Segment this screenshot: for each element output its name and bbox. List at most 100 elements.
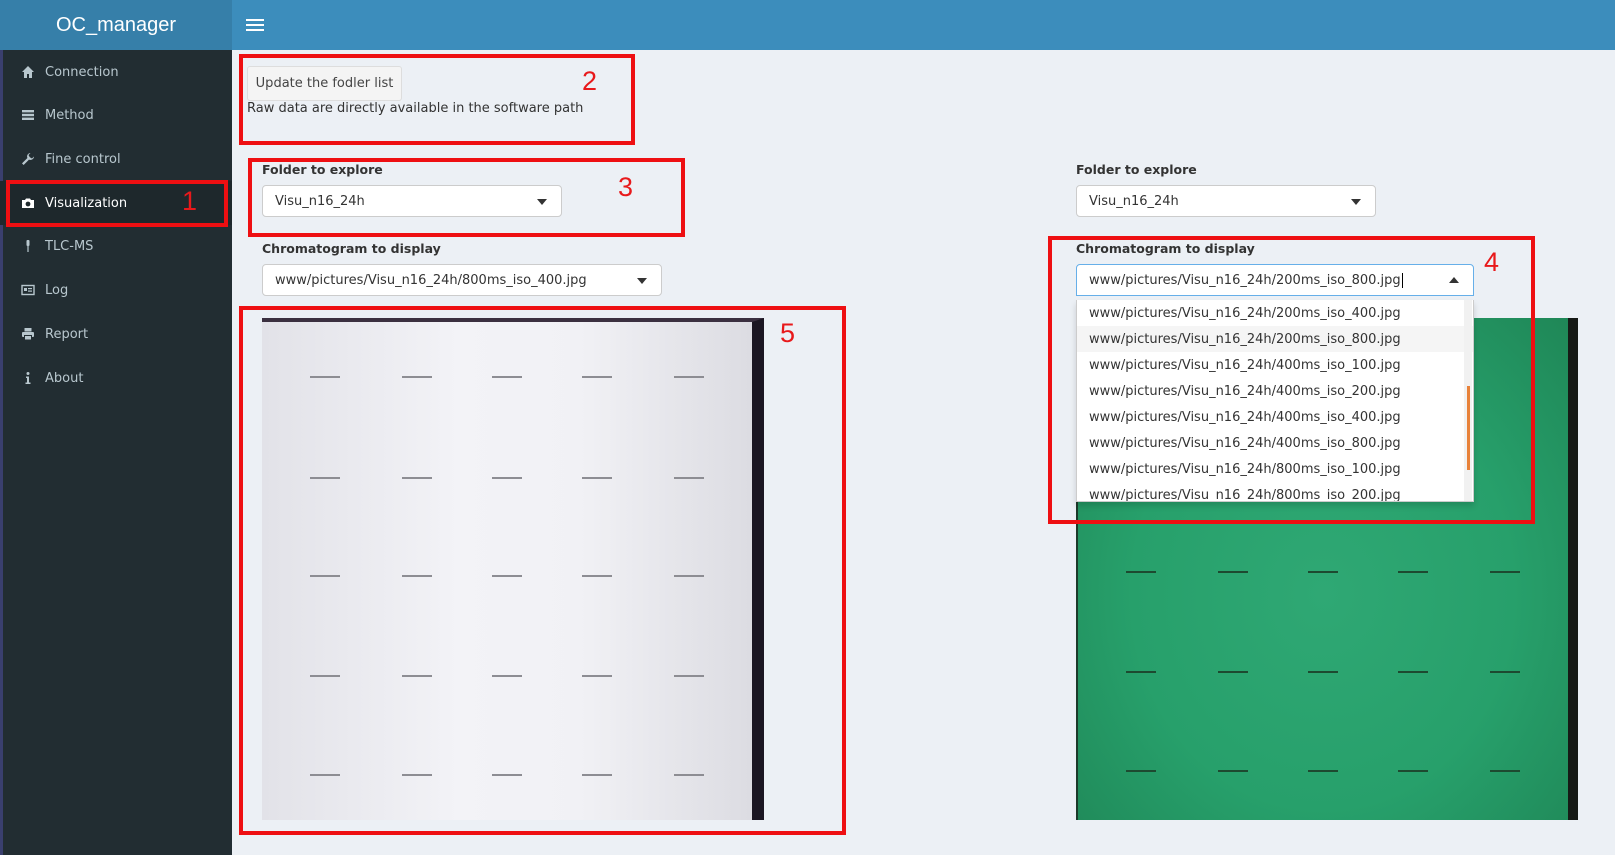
sidebar-item-about[interactable]: About [0,356,232,400]
scrollbar-thumb[interactable] [1467,386,1470,470]
sidebar-item-report[interactable]: Report [0,312,232,356]
annotation-label-1: 1 [182,186,198,216]
annotation-label-2: 2 [582,66,598,96]
plate-band-mark [492,575,522,577]
right-folder-select[interactable]: Visu_n16_24h [1076,185,1376,217]
wrench-icon [20,152,36,166]
sidebar-item-fine-control[interactable]: Fine control [0,137,232,181]
chevron-down-icon [637,278,647,284]
plate-band-mark [1490,571,1520,573]
annotation-label-3: 3 [618,172,634,202]
left-chromatogram-select[interactable]: www/pictures/Visu_n16_24h/800ms_iso_400.… [262,264,662,296]
sidebar-item-label: About [45,370,84,386]
dropdown-option[interactable]: www/pictures/Visu_n16_24h/400ms_iso_800.… [1077,430,1473,456]
dropdown-option[interactable]: www/pictures/Visu_n16_24h/400ms_iso_400.… [1077,404,1473,430]
plate-band-mark [1490,671,1520,673]
chevron-down-icon [537,199,547,205]
plate-band-mark [1490,770,1520,772]
right-chromatogram-value: www/pictures/Visu_n16_24h/200ms_iso_800.… [1089,272,1401,288]
dropdown-scrollbar[interactable] [1464,300,1472,501]
sidebar-item-label: Report [45,326,89,342]
sidebar-item-label: Method [45,107,94,123]
annotation-label-5: 5 [780,318,796,348]
raw-data-note: Raw data are directly available in the s… [247,101,584,116]
plate-band-mark [492,477,522,479]
plate-band-mark [310,376,340,378]
plate-band-mark [1308,671,1338,673]
annotation-label-4: 4 [1484,247,1500,277]
pin-icon [20,239,36,253]
plate-band-mark [674,477,704,479]
text-cursor [1401,272,1403,288]
left-chromatogram-value: www/pictures/Visu_n16_24h/800ms_iso_400.… [275,272,587,288]
plate-band-mark [1308,770,1338,772]
plate-band-mark [310,477,340,479]
print-icon [20,327,36,341]
list-icon [20,108,36,122]
update-folder-list-button[interactable]: Update the fodler list [247,66,402,101]
right-chromatogram-select[interactable]: www/pictures/Visu_n16_24h/200ms_iso_800.… [1076,264,1474,296]
plate-band-mark [402,774,432,776]
sidebar-item-tlc-ms[interactable]: TLC-MS [0,224,232,268]
plate-band-mark [310,575,340,577]
plate-band-mark [582,376,612,378]
top-navbar [232,0,1615,50]
plate-band-mark [1398,770,1428,772]
plate-band-mark [1126,770,1156,772]
plate-band-mark [402,575,432,577]
plate-band-mark [674,774,704,776]
left-folder-value: Visu_n16_24h [275,193,365,209]
right-chromatogram-label: Chromatogram to display [1076,241,1255,256]
log-icon [20,283,36,297]
sidebar: Connection Method Fine control Visualiza… [0,50,232,855]
plate-band-mark [674,575,704,577]
plate-band-mark [492,774,522,776]
plate-band-mark [1218,571,1248,573]
sidebar-item-log[interactable]: Log [0,268,232,312]
dropdown-option[interactable]: www/pictures/Visu_n16_24h/200ms_iso_400.… [1077,300,1473,326]
dropdown-option[interactable]: www/pictures/Visu_n16_24h/800ms_iso_100.… [1077,456,1473,482]
plate-band-mark [582,477,612,479]
chevron-down-icon [1351,199,1361,205]
home-icon [20,65,36,79]
sidebar-item-method[interactable]: Method [0,93,232,137]
plate-band-mark [402,675,432,677]
sidebar-item-label: Log [45,282,69,298]
plate-band-mark [582,774,612,776]
left-chromatogram-image [262,318,764,820]
dropdown-option[interactable]: www/pictures/Visu_n16_24h/800ms_iso_200.… [1077,482,1473,502]
sidebar-item-connection[interactable]: Connection [0,50,232,94]
chevron-up-icon [1449,277,1459,283]
right-folder-label: Folder to explore [1076,162,1197,177]
sidebar-item-visualization[interactable]: Visualization [0,181,232,225]
info-icon [20,371,36,385]
plate-band-mark [1218,770,1248,772]
plate-band-mark [1126,671,1156,673]
plate-band-mark [1398,671,1428,673]
app-title: OC_manager [55,13,177,36]
sidebar-item-label: Visualization [45,195,128,211]
sidebar-item-label: Connection [45,64,119,80]
plate-band-mark [582,675,612,677]
plate-band-mark [310,675,340,677]
dropdown-option[interactable]: www/pictures/Visu_n16_24h/400ms_iso_200.… [1077,378,1473,404]
plate-band-mark [1398,571,1428,573]
camera-icon [20,196,36,210]
sidebar-item-label: TLC-MS [45,238,94,254]
plate-band-mark [674,675,704,677]
plate-band-mark [310,774,340,776]
dropdown-option[interactable]: www/pictures/Visu_n16_24h/400ms_iso_100.… [1077,352,1473,378]
app-logo[interactable]: OC_manager [0,0,232,50]
plate-band-mark [1308,571,1338,573]
left-folder-label: Folder to explore [262,162,383,177]
plate-band-mark [1218,671,1248,673]
plate-band-mark [1126,571,1156,573]
left-chromatogram-label: Chromatogram to display [262,241,441,256]
plate-band-mark [674,376,704,378]
plate-band-mark [492,376,522,378]
dropdown-option[interactable]: www/pictures/Visu_n16_24h/200ms_iso_800.… [1077,326,1473,352]
plate-band-mark [402,477,432,479]
left-folder-select[interactable]: Visu_n16_24h [262,185,562,217]
sidebar-item-label: Fine control [45,151,121,167]
menu-toggle-icon[interactable] [246,14,264,36]
